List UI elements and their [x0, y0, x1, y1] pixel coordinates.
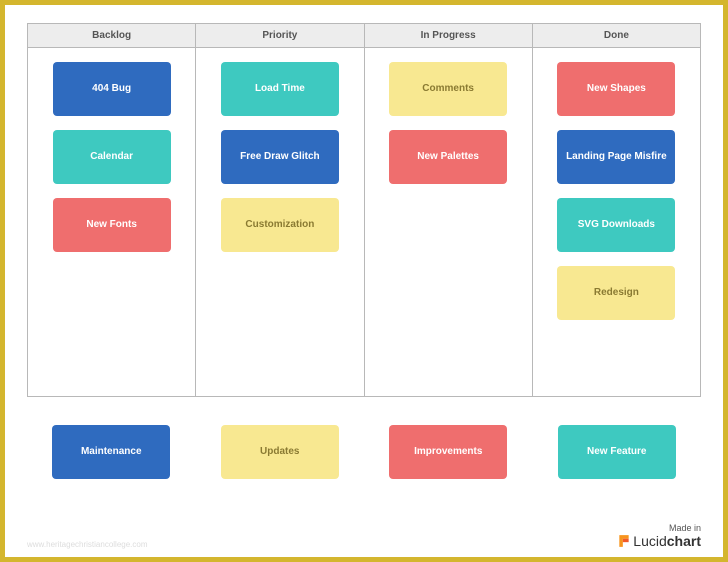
- lucidchart-logo-icon: [617, 534, 631, 548]
- brand-light: Lucid: [633, 533, 666, 549]
- card[interactable]: New Palettes: [389, 130, 507, 184]
- made-in-label: Made in: [617, 523, 701, 533]
- column-header: Backlog: [28, 24, 195, 48]
- kanban-board: Backlog 404 Bug Calendar New Fonts Prior…: [27, 23, 701, 397]
- brand-label: Lucidchart: [617, 533, 701, 549]
- card[interactable]: Free Draw Glitch: [221, 130, 339, 184]
- legend-card-new-feature[interactable]: New Feature: [558, 425, 676, 479]
- column-body: 404 Bug Calendar New Fonts: [28, 48, 195, 396]
- column-priority: Priority Load Time Free Draw Glitch Cust…: [196, 24, 364, 396]
- card[interactable]: Landing Page Misfire: [557, 130, 675, 184]
- legend-card-improvements[interactable]: Improvements: [389, 425, 507, 479]
- column-header: Done: [533, 24, 700, 48]
- card[interactable]: Load Time: [221, 62, 339, 116]
- column-backlog: Backlog 404 Bug Calendar New Fonts: [28, 24, 196, 396]
- watermark-text: www.heritagechristiancollege.com: [27, 540, 148, 549]
- column-body: Load Time Free Draw Glitch Customization: [196, 48, 363, 396]
- card[interactable]: Customization: [221, 198, 339, 252]
- diagram-canvas: Backlog 404 Bug Calendar New Fonts Prior…: [5, 5, 723, 557]
- legend-row: Maintenance Updates Improvements New Fea…: [27, 397, 701, 479]
- card[interactable]: Calendar: [53, 130, 171, 184]
- card[interactable]: 404 Bug: [53, 62, 171, 116]
- legend-card-maintenance[interactable]: Maintenance: [52, 425, 170, 479]
- column-done: Done New Shapes Landing Page Misfire SVG…: [533, 24, 700, 396]
- legend-card-updates[interactable]: Updates: [221, 425, 339, 479]
- card[interactable]: New Fonts: [53, 198, 171, 252]
- column-body: Comments New Palettes: [365, 48, 532, 396]
- brand-bold: chart: [667, 533, 701, 549]
- card[interactable]: SVG Downloads: [557, 198, 675, 252]
- card[interactable]: New Shapes: [557, 62, 675, 116]
- footer-attribution: Made in Lucidchart: [617, 523, 701, 549]
- column-body: New Shapes Landing Page Misfire SVG Down…: [533, 48, 700, 396]
- card[interactable]: Comments: [389, 62, 507, 116]
- column-header: Priority: [196, 24, 363, 48]
- column-header: In Progress: [365, 24, 532, 48]
- card[interactable]: Redesign: [557, 266, 675, 320]
- column-in-progress: In Progress Comments New Palettes: [365, 24, 533, 396]
